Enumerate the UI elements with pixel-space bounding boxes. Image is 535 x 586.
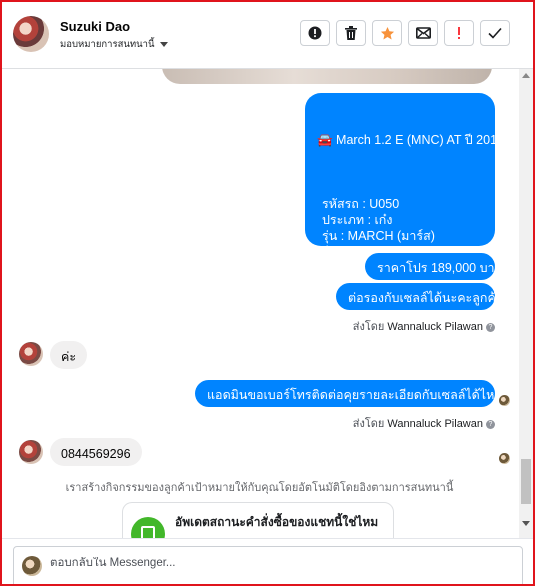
info-icon[interactable]: ? (486, 419, 495, 429)
star-icon (380, 26, 394, 39)
sent-by-label-2: ส่งโดย Wannaluck Pilawan? (353, 414, 495, 432)
exclamation-circle-icon (308, 26, 322, 40)
message-customer-phone[interactable]: 0844569296 (50, 438, 142, 466)
shared-image[interactable] (162, 69, 492, 84)
message-thread[interactable]: 🚘 March 1.2 E (MNC) AT ปี 2017 รหัสรถ : … (2, 69, 533, 538)
card-title: อัพเดตสถานะคำสั่งซื้อของแชทนี้ใช่ไหม (175, 515, 379, 529)
message-request-phone[interactable]: แอดมินขอเบอร์โทรติดต่อคุยรายละเอียดกับเซ… (195, 380, 518, 407)
customer-avatar[interactable] (19, 342, 43, 366)
delete-button[interactable] (336, 20, 366, 46)
sender-name[interactable]: Wannaluck Pilawan (387, 321, 483, 333)
mark-done-button[interactable] (480, 20, 510, 46)
sender-name[interactable]: Wannaluck Pilawan (387, 418, 483, 430)
sent-by-label: ส่งโดย Wannaluck Pilawan? (353, 317, 495, 335)
reply-input[interactable] (50, 557, 500, 569)
scrollbar-thumb[interactable] (521, 459, 531, 504)
message-car-details[interactable]: 🚘 March 1.2 E (MNC) AT ปี 2017 รหัสรถ : … (305, 93, 504, 307)
contact-avatar[interactable] (13, 16, 49, 52)
customer-avatar[interactable] (19, 440, 43, 464)
order-status-card[interactable]: อัพเดตสถานะคำสั่งซื้อของแชทนี้ใช่ไหม (122, 502, 394, 538)
assign-conversation-dropdown[interactable]: มอบหมายการสนทนานี้ (60, 37, 168, 52)
scrollbar[interactable] (519, 69, 533, 538)
check-icon (488, 27, 502, 39)
caret-down-icon (159, 41, 168, 47)
conversation-header: Suzuki Dao มอบหมายการสนทนานี้ (2, 2, 533, 69)
car-title: 🚘 March 1.2 E (MNC) AT ปี 2017 (317, 133, 504, 147)
scroll-down-arrow-icon[interactable] (522, 521, 530, 526)
envelope-icon (415, 27, 431, 39)
assign-label: มอบหมายการสนทนานี้ (60, 39, 155, 50)
scroll-up-arrow-icon[interactable] (522, 73, 530, 78)
message-price[interactable]: ราคาโปร 189,000 บาท (365, 253, 503, 280)
seen-avatar (499, 453, 510, 464)
messenger-conversation-panel: Suzuki Dao มอบหมายการสนทนานี้ 🚘 March 1.… (0, 0, 535, 586)
info-icon[interactable]: ? (486, 322, 495, 332)
mark-spam-button[interactable] (300, 20, 330, 46)
reply-composer (2, 538, 533, 584)
seen-avatar (499, 395, 510, 406)
follow-up-button[interactable] (444, 20, 474, 46)
system-notice: เราสร้างกิจกรรมของลูกค้าเป้าหมายให้กับคุ… (65, 482, 454, 494)
calendar-icon (131, 517, 165, 538)
mark-unread-button[interactable] (408, 20, 438, 46)
message-customer-reply[interactable]: ค่ะ (50, 341, 88, 369)
composer-box (13, 546, 523, 584)
contact-name[interactable]: Suzuki Dao (60, 19, 130, 34)
page-avatar (22, 556, 42, 576)
message-negotiate[interactable]: ต่อรองกับเซลล์ได้นะคะลูกค้า (336, 283, 503, 310)
trash-icon (345, 26, 357, 40)
star-button[interactable] (372, 20, 402, 46)
exclamation-icon (458, 27, 460, 39)
